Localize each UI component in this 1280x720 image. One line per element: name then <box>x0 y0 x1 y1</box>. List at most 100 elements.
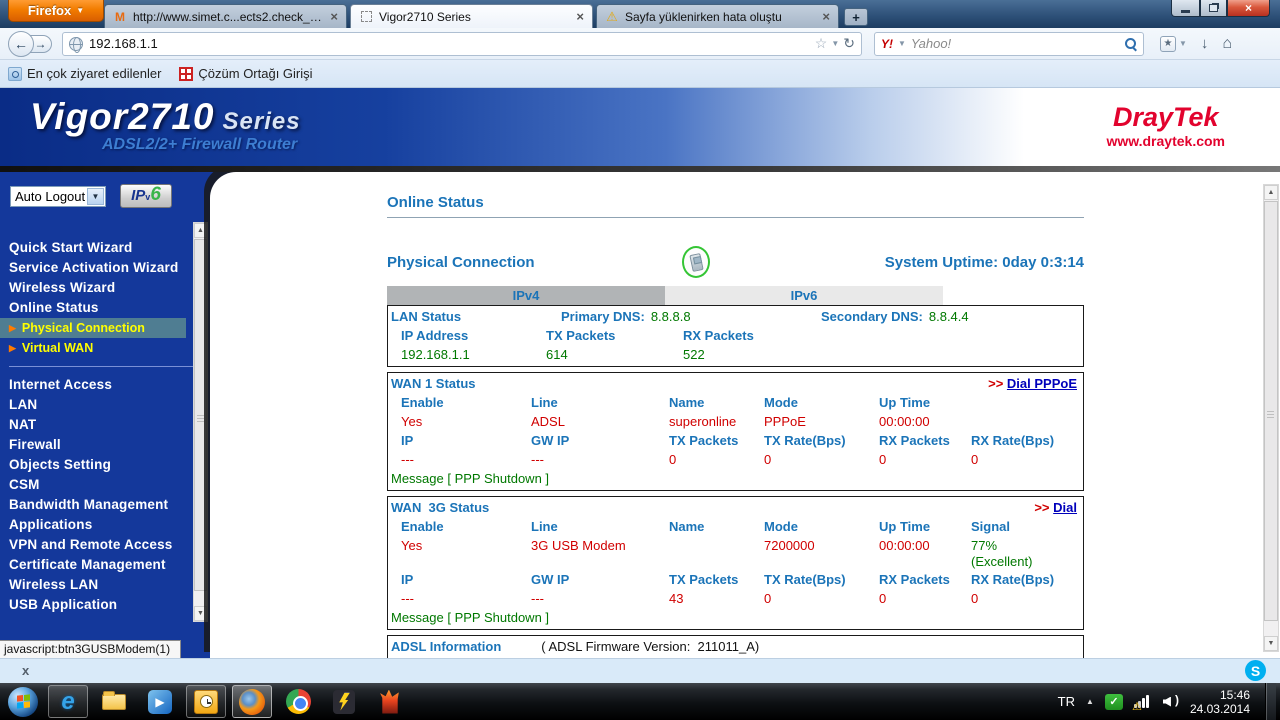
tab-ipv6[interactable]: IPv6 <box>665 286 943 305</box>
modem-status-icon <box>682 246 710 278</box>
home-icon[interactable]: ⌂ <box>1222 35 1232 53</box>
firefox-menu-label: Firefox <box>28 3 71 18</box>
scroll-up-icon[interactable]: ▲ <box>1264 185 1278 200</box>
sidebar-item-online-status[interactable]: Online Status <box>0 298 210 318</box>
wan1-values-row1: YesADSL superonlinePPPoE 00:00:00 <box>388 412 1083 431</box>
taskbar-winamp[interactable] <box>324 685 364 718</box>
ipv6-button[interactable]: IPv6 <box>120 184 172 208</box>
hidden-icons-icon[interactable]: ▲ <box>1086 697 1094 706</box>
scroll-down-icon[interactable]: ▼ <box>1264 636 1278 651</box>
sidebar-item-applications[interactable]: Applications <box>0 515 210 535</box>
restore-button[interactable] <box>1200 0 1227 17</box>
search-icon[interactable] <box>1124 37 1137 50</box>
sidebar-item-certificate-management[interactable]: Certificate Management <box>0 555 210 575</box>
dial-link[interactable]: Dial <box>1053 500 1077 515</box>
bookmark-partner-login[interactable]: Çözüm Ortağı Girişi <box>179 66 312 81</box>
bookmark-star-icon[interactable]: ☆ <box>815 35 828 52</box>
network-icon[interactable]: ⚠ <box>1134 694 1152 710</box>
back-button[interactable]: ← <box>8 31 34 57</box>
winamp-icon <box>333 690 355 714</box>
action-center-icon[interactable]: ✓ <box>1105 694 1123 710</box>
wan1-status-title: WAN 1 Status <box>391 374 476 393</box>
downloads-icon[interactable]: ↓ <box>1201 35 1209 52</box>
taskbar-internet-explorer[interactable]: e <box>48 685 88 718</box>
sidebar-item-nat[interactable]: NAT <box>0 415 210 435</box>
addon-bar-close-icon[interactable]: x <box>22 663 29 678</box>
scrollbar-thumb[interactable] <box>1264 201 1278 621</box>
show-desktop-button[interactable] <box>1265 683 1276 720</box>
close-button[interactable]: × <box>1227 0 1270 17</box>
auto-logout-select[interactable]: Auto Logout ▼ <box>10 186 106 207</box>
site-globe-icon <box>69 37 83 51</box>
tab-ipv4[interactable]: IPv4 <box>387 286 665 305</box>
url-input[interactable]: 192.168.1.1 <box>89 36 809 51</box>
bookmark-most-visited[interactable]: En çok ziyaret edilenler <box>8 66 161 81</box>
sidebar-item-service-activation-wizard[interactable]: Service Activation Wizard <box>0 258 210 278</box>
outlook-icon <box>194 690 218 714</box>
sidebar-menu: Quick Start Wizard Service Activation Wi… <box>0 238 210 615</box>
new-tab-button[interactable]: + <box>844 8 868 26</box>
scroll-up-icon[interactable]: ▲ <box>194 223 207 238</box>
sidebar-item-wireless-wizard[interactable]: Wireless Wizard <box>0 278 210 298</box>
tab-close-icon[interactable]: × <box>576 9 584 24</box>
url-dropdown-icon[interactable]: ▼ <box>831 39 839 48</box>
sidebar-item-lan[interactable]: LAN <box>0 395 210 415</box>
sidebar-item-firewall[interactable]: Firewall <box>0 435 210 455</box>
language-indicator[interactable]: TR <box>1058 694 1075 709</box>
search-input[interactable]: Yahoo! <box>911 36 1119 51</box>
bookmarks-dropdown-icon[interactable]: ▼ <box>1179 39 1187 48</box>
sidebar-item-csm[interactable]: CSM <box>0 475 210 495</box>
wan3g-headers-row2: IPGW IP TX PacketsTX Rate(Bps) RX Packet… <box>388 570 1083 589</box>
taskbar-chrome[interactable] <box>278 685 318 718</box>
scrollbar-thumb[interactable] <box>194 239 207 591</box>
sidebar-scrollbar[interactable]: ▲ ▼ <box>193 222 208 622</box>
minimize-button[interactable] <box>1171 0 1200 17</box>
most-visited-icon <box>8 67 22 81</box>
windows-taskbar: e ▶ TR ▲ ✓ ⚠ 15:46 24.03.2014 <box>0 683 1280 720</box>
content-panel: Online Status Physical Connection System… <box>210 172 1280 658</box>
wan3g-message: Message [ PPP Shutdown ] <box>388 608 1083 627</box>
sidebar-item-wireless-lan[interactable]: Wireless LAN <box>0 575 210 595</box>
taskbar-outlook[interactable] <box>186 685 226 718</box>
taskbar-firefox[interactable] <box>232 685 272 718</box>
search-bar[interactable]: Y! ▼ Yahoo! <box>874 32 1144 56</box>
sidebar-item-quick-start-wizard[interactable]: Quick Start Wizard <box>0 238 210 258</box>
taskbar-media-player[interactable]: ▶ <box>140 685 180 718</box>
search-engine-dropdown-icon[interactable]: ▼ <box>898 39 906 48</box>
window-titlebar[interactable]: Firefox ▼ M http://www.simet.c...ects2.c… <box>0 0 1280 28</box>
tray-time: 15:46 <box>1220 688 1250 702</box>
volume-icon[interactable] <box>1163 695 1179 709</box>
sidebar-item-usb-application[interactable]: USB Application <box>0 595 210 615</box>
sidebar-item-physical-connection[interactable]: ▶ Physical Connection <box>0 318 186 338</box>
tab-simet[interactable]: M http://www.simet.c...ects2.check_ticke… <box>104 4 347 28</box>
select-arrow-icon[interactable]: ▼ <box>87 188 104 205</box>
yahoo-logo-icon[interactable]: Y! <box>881 37 893 51</box>
tab-error-page[interactable]: ⚠ Sayfa yüklenirken hata oluştu × <box>596 4 839 28</box>
url-bar[interactable]: 192.168.1.1 ☆ ▼ ↻ <box>62 32 862 56</box>
skype-icon[interactable]: S <box>1245 660 1266 681</box>
sidebar-item-vpn-remote-access[interactable]: VPN and Remote Access <box>0 535 210 555</box>
taskbar-file-explorer[interactable] <box>94 685 134 718</box>
tab-close-icon[interactable]: × <box>822 9 830 24</box>
taskbar-clock[interactable]: 15:46 24.03.2014 <box>1190 688 1254 716</box>
dial-pppoe-link[interactable]: Dial PPPoE <box>1007 376 1077 391</box>
bookmarks-panel-icon[interactable]: ★ <box>1160 36 1176 52</box>
bookmark-label: En çok ziyaret edilenler <box>27 66 161 81</box>
page-scrollbar[interactable]: ▲ ▼ <box>1263 184 1279 652</box>
tab-vigor2710[interactable]: Vigor2710 Series × <box>350 4 593 28</box>
sidebar-item-internet-access[interactable]: Internet Access <box>0 375 210 395</box>
wan1-status-box: WAN 1 Status >> Dial PPPoE EnableLine Na… <box>387 372 1084 491</box>
tab-close-icon[interactable]: × <box>330 9 338 24</box>
reload-icon[interactable]: ↻ <box>843 35 855 52</box>
taskbar-flame-app[interactable] <box>370 685 410 718</box>
secondary-dns: Secondary DNS:8.8.4.4 <box>821 307 1083 326</box>
sidebar-item-bandwidth-management[interactable]: Bandwidth Management <box>0 495 210 515</box>
firefox-menu-button[interactable]: Firefox ▼ <box>8 0 104 22</box>
lan-values: 192.168.1.1614522 <box>388 345 1083 364</box>
scroll-down-icon[interactable]: ▼ <box>194 606 207 621</box>
start-button[interactable] <box>8 687 38 717</box>
sidebar-item-objects-setting[interactable]: Objects Setting <box>0 455 210 475</box>
folder-icon <box>102 694 126 710</box>
sidebar-item-virtual-wan[interactable]: ▶ Virtual WAN <box>0 338 210 358</box>
primary-dns: Primary DNS:8.8.8.8 <box>561 307 821 326</box>
